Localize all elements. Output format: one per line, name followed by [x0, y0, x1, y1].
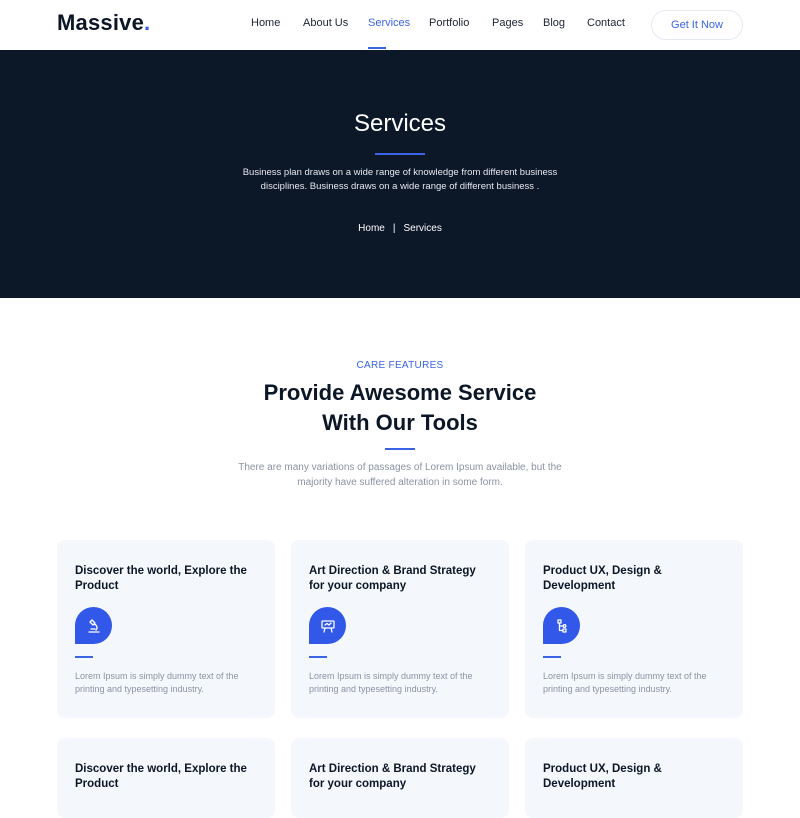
hero-description: Business plan draws on a wide range of k… [242, 167, 558, 192]
service-card[interactable]: Product UX, Design & Development [525, 738, 743, 818]
card-text: Lorem Ipsum is simply dummy text of the … [543, 671, 707, 694]
service-card[interactable]: Art Direction & Brand Strategy for your … [291, 738, 509, 818]
card-divider [75, 656, 93, 658]
presentation-board-icon [309, 607, 346, 644]
service-card[interactable]: Product UX, Design & Development Lorem I… [525, 540, 743, 718]
nav-pages[interactable]: Pages [492, 17, 523, 29]
card-title: Discover the world, Explore the Product [75, 565, 247, 592]
service-card[interactable]: Discover the world, Explore the Product [57, 738, 275, 818]
nav-services[interactable]: Services [368, 17, 410, 29]
section-divider [385, 448, 415, 450]
page-title: Services [353, 110, 447, 137]
microscope-icon [75, 607, 112, 644]
get-it-now-button[interactable]: Get It Now [651, 10, 743, 40]
breadcrumb-home[interactable]: Home [358, 223, 385, 234]
site-header: Massive. Home About Us Services Portfoli… [0, 0, 800, 50]
hero-divider [375, 153, 425, 155]
card-title: Art Direction & Brand Strategy for your … [309, 565, 476, 592]
nav-home[interactable]: Home [251, 17, 280, 29]
nav-about-us[interactable]: About Us [303, 17, 348, 29]
section-eyebrow: CARE FEATURES [356, 360, 444, 371]
nav-portfolio[interactable]: Portfolio [429, 17, 469, 29]
section-title: Provide Awesome Service With Our Tools [200, 378, 600, 438]
flowchart-icon [543, 607, 580, 644]
card-title: Discover the world, Explore the Product [75, 763, 247, 790]
section-title-line-2: With Our Tools [322, 410, 478, 435]
card-divider [543, 656, 561, 658]
breadcrumb: Home | Services [0, 223, 800, 234]
section-title-line-1: Provide Awesome Service [263, 380, 537, 405]
nav-active-indicator [368, 47, 386, 49]
card-title: Art Direction & Brand Strategy for your … [309, 763, 476, 790]
service-card[interactable]: Art Direction & Brand Strategy for your … [291, 540, 509, 718]
nav-contact[interactable]: Contact [587, 17, 625, 29]
card-text: Lorem Ipsum is simply dummy text of the … [75, 671, 239, 694]
card-title: Product UX, Design & Development [543, 565, 662, 592]
service-card[interactable]: Discover the world, Explore the Product … [57, 540, 275, 718]
nav-blog[interactable]: Blog [543, 17, 565, 29]
section-description: There are many variations of passages of… [238, 462, 562, 488]
breadcrumb-separator: | [392, 223, 396, 234]
card-title: Product UX, Design & Development [543, 763, 662, 790]
page-hero: Services Business plan draws on a wide r… [0, 50, 800, 298]
card-divider [309, 656, 327, 658]
breadcrumb-current: Services [403, 223, 442, 234]
card-text: Lorem Ipsum is simply dummy text of the … [309, 671, 473, 694]
